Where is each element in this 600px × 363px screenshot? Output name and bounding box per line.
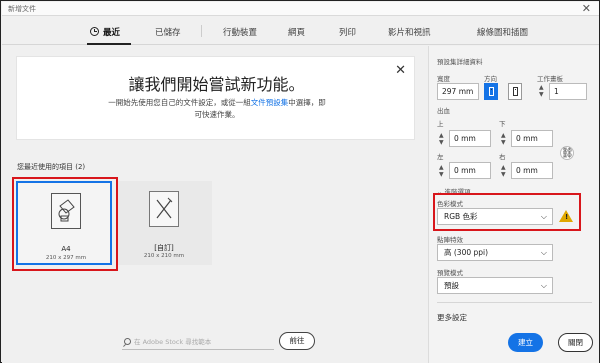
bleed-right-stepper[interactable]: ▲ ▼ [501,164,506,178]
stock-search-input[interactable]: 在 Adobe Stock 尋找範本 [122,334,274,350]
bleed-left-stepper[interactable]: ▲ ▼ [439,164,444,178]
raster-effects-label: 點陣特效 [437,236,463,244]
welcome-text: 一開始先使用您自己的文件設定，或從一組文件預設集中選擇，即可快速作業。 [107,97,327,121]
stock-search-placeholder: 在 Adobe Stock 尋找範本 [134,338,212,346]
artboards-label: 工作畫板 [537,75,563,83]
document-pen-icon [149,191,179,227]
portrait-icon [489,87,494,96]
tab-print[interactable]: 列印 [339,26,356,38]
highlight-box-color-mode [433,193,581,231]
create-button[interactable]: 建立 [508,333,543,352]
recent-item-custom[interactable]: [自訂] 210 x 210 mm [116,181,212,265]
bleed-left-label: 左 [437,153,444,161]
raster-effects-value: 高 (300 ppi) [444,248,489,257]
tab-divider [201,25,202,37]
preset-details-panel: 預設集詳細資料 寬度 297 mm 方向 工作畫板 ▲ ▼ 1 出血 上 ▲ ▼ 0… [428,46,599,363]
artboards-field[interactable]: 1 [549,83,587,100]
divider [437,302,592,303]
bleed-top-label: 上 [437,120,444,128]
landscape-orientation-button[interactable] [508,83,522,100]
tab-recent-label: 最近 [103,28,121,38]
tab-saved[interactable]: 已儲存 [155,26,181,38]
active-tab-indicator [87,43,131,45]
tab-film-video[interactable]: 影片和視訊 [388,26,431,38]
width-field[interactable]: 297 mm [437,83,479,100]
welcome-title: 讓我們開始嘗試新功能。 [128,75,305,94]
tab-recent[interactable]: 最近 [90,26,120,38]
chevron-down-icon: ⌵ [540,281,547,290]
title-bar: 新增文件 ✕ [2,2,599,16]
recent-items-label: 您最近使用的項目 (2) [17,162,85,172]
welcome-text-before: 一開始先使用您自己的文件設定，或從一組 [108,98,251,107]
bleed-right-field[interactable]: 0 mm [511,162,553,179]
raster-effects-select[interactable]: 高 (300 ppi) ⌵ [437,244,553,261]
recent-item-name: [自訂] [154,244,174,252]
preview-mode-select[interactable]: 預設 ⌵ [437,277,553,294]
tab-art-illustration[interactable]: 線條圖和插圖 [477,26,528,38]
category-tabs: 最近 已儲存 行動裝置 網頁 列印 影片和視訊 線條圖和插圖 [2,17,599,45]
presets-link[interactable]: 文件預設集 [251,98,289,107]
go-button[interactable]: 前往 [279,332,315,350]
preset-details-header: 預設集詳細資料 [437,58,483,66]
chevron-down-icon: ⌵ [540,248,547,257]
recent-label-text: 您最近使用的項目 [17,163,73,171]
bleed-right-label: 右 [499,153,506,161]
bleed-left-field[interactable]: 0 mm [449,162,491,179]
clock-icon [90,27,99,36]
width-label: 寬度 [437,75,450,83]
bleed-bottom-field[interactable]: 0 mm [511,130,553,147]
close-button[interactable]: 關閉 [558,333,593,352]
recent-item-size: 210 x 210 mm [143,253,185,259]
landscape-icon [513,87,518,96]
link-bleed-icon[interactable]: ⛓ [560,146,574,160]
search-icon [124,338,131,345]
orientation-label: 方向 [484,75,497,83]
preview-mode-label: 預覽模式 [437,269,463,277]
close-banner-icon[interactable]: ✕ [395,63,406,78]
main-panel: 讓我們開始嘗試新功能。 一開始先使用您自己的文件設定，或從一組文件預設集中選擇，… [2,46,428,363]
tab-web[interactable]: 網頁 [288,26,305,38]
bleed-top-field[interactable]: 0 mm [449,130,491,147]
portrait-orientation-button[interactable] [484,83,498,100]
more-settings-button[interactable]: 更多設定 [437,312,467,323]
bleed-label: 出血 [437,107,450,115]
tab-mobile[interactable]: 行動裝置 [223,26,257,38]
welcome-banner: 讓我們開始嘗試新功能。 一開始先使用您自己的文件設定，或從一組文件預設集中選擇，… [16,56,415,140]
highlight-box-a4 [12,177,118,271]
artboards-stepper[interactable]: ▲ ▼ [539,84,544,98]
new-document-dialog: 新增文件 ✕ 最近 已儲存 行動裝置 網頁 列印 影片和視訊 線條圖和插圖 讓我… [0,0,600,363]
bleed-bottom-stepper[interactable]: ▲ ▼ [501,132,506,146]
bleed-top-stepper[interactable]: ▲ ▼ [439,132,444,146]
preview-mode-value: 預設 [444,281,459,290]
stock-search-bar: 在 Adobe Stock 尋找範本 前往 [2,326,428,363]
window-close-icon[interactable]: ✕ [582,2,591,16]
recent-count: (2) [75,163,86,171]
window-title: 新增文件 [8,5,36,13]
bleed-bottom-label: 下 [499,120,506,128]
